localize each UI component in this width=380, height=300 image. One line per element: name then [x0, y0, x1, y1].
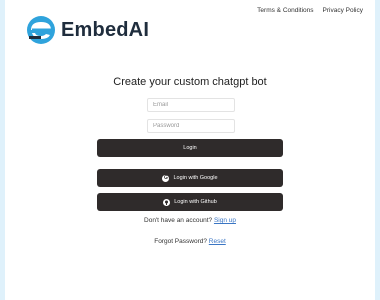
google-button-label: Login with Google [173, 175, 218, 181]
google-icon: G [162, 174, 170, 182]
top-links: Terms & Conditions Privacy Policy [257, 7, 363, 14]
forgot-password-text: Forgot Password? [154, 238, 207, 245]
login-with-github-button[interactable]: Login with Github [97, 193, 283, 211]
login-with-google-button[interactable]: G Login with Google [97, 169, 283, 187]
reset-prompt: Forgot Password? Reset [5, 238, 375, 245]
reset-link[interactable]: Reset [209, 238, 226, 245]
page-title: Create your custom chatgpt bot [113, 76, 267, 88]
password-field[interactable] [147, 119, 235, 133]
no-account-text: Don't have an account? [144, 217, 213, 224]
terms-link[interactable]: Terms & Conditions [257, 7, 313, 14]
login-button[interactable]: Login [97, 139, 283, 157]
github-button-label: Login with Github [174, 199, 217, 205]
email-field[interactable] [147, 98, 235, 112]
github-icon [163, 198, 171, 206]
signup-link[interactable]: Sign up [214, 217, 236, 224]
login-page: Terms & Conditions Privacy Policy EmbedA… [5, 0, 375, 300]
brand-name: EmbedAI [61, 18, 150, 41]
login-button-label: Login [183, 145, 197, 151]
privacy-link[interactable]: Privacy Policy [323, 7, 363, 14]
signup-prompt: Don't have an account? Sign up [5, 217, 375, 224]
brand-logo: EmbedAI [26, 15, 149, 45]
embedai-logo-icon [26, 15, 56, 45]
